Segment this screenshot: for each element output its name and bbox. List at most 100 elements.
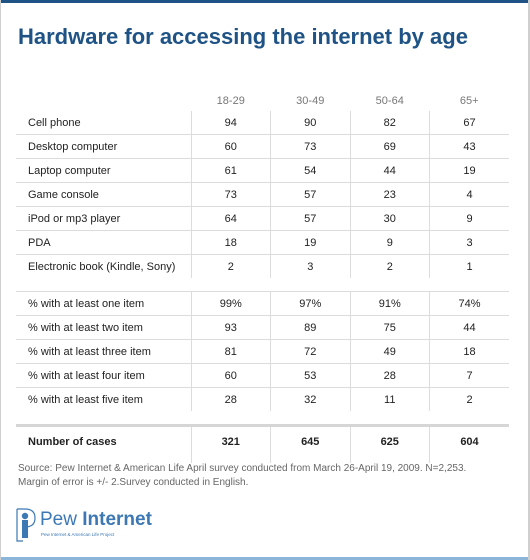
value-cell: 49 bbox=[349, 339, 430, 364]
chart-title: Hardware for accessing the internet by a… bbox=[18, 24, 468, 49]
value-cell: 43 bbox=[429, 134, 509, 159]
value-cell: 57 bbox=[270, 206, 350, 231]
spacer-cell bbox=[350, 411, 430, 426]
value-cell: 99% bbox=[190, 291, 271, 316]
value-cell: 3 bbox=[270, 254, 350, 278]
source-line-2: Margin of error is +/- 2.Survey conducte… bbox=[18, 477, 249, 488]
data-table: 18-29 30-49 50-64 65+ Cell phone 94 90 82 67… bbox=[16, 95, 509, 463]
source-note: Source: Pew Internet & American Life Apr… bbox=[18, 462, 508, 490]
value-cell: 44 bbox=[349, 158, 430, 183]
value-cell: 67 bbox=[429, 111, 509, 135]
spacer-cell bbox=[16, 411, 191, 426]
table-row: % with at least one item 99% 97% 91% 74% bbox=[16, 291, 509, 316]
value-cell: 97% bbox=[270, 291, 350, 316]
value-cell: 23 bbox=[349, 182, 430, 207]
value-cell: 9 bbox=[349, 230, 430, 255]
row-label: PDA bbox=[16, 230, 191, 255]
spacer-cell bbox=[430, 411, 510, 426]
value-cell: 44 bbox=[429, 315, 509, 340]
row-label: % with at least one item bbox=[16, 291, 191, 316]
value-cell: 28 bbox=[349, 363, 430, 388]
value-cell: 9 bbox=[429, 206, 509, 231]
value-cell: 32 bbox=[270, 387, 350, 411]
value-cell: 72 bbox=[270, 339, 350, 364]
value-cell: 2 bbox=[349, 254, 430, 278]
value-cell: 75 bbox=[349, 315, 430, 340]
logo-word-pew: Pew bbox=[40, 509, 77, 530]
value-cell: 60 bbox=[190, 134, 271, 159]
row-label: % with at least three item bbox=[16, 339, 191, 364]
value-cell: 64 bbox=[190, 206, 271, 231]
row-label: Cell phone bbox=[16, 111, 191, 135]
table-row: Desktop computer 60 73 69 43 bbox=[16, 134, 509, 159]
value-cell: 73 bbox=[270, 134, 350, 159]
row-label: Laptop computer bbox=[16, 158, 191, 183]
value-cell: 11 bbox=[349, 387, 430, 411]
value-cell: 73 bbox=[190, 182, 271, 207]
value-cell: 93 bbox=[190, 315, 271, 340]
row-label: Electronic book (Kindle, Sony) bbox=[28, 260, 176, 273]
value-cell: 60 bbox=[190, 363, 271, 388]
total-spacer bbox=[16, 411, 509, 426]
source-line-1: Source: Pew Internet & American Life Apr… bbox=[18, 463, 467, 474]
logo-word-internet: Internet bbox=[82, 509, 152, 530]
logo-wordmark: Pew Internet bbox=[40, 509, 152, 531]
value-cell: 89 bbox=[270, 315, 350, 340]
value-cell: 18 bbox=[190, 230, 271, 255]
table-row: PDA 18 19 9 3 bbox=[16, 230, 509, 255]
value-cell: 3 bbox=[429, 230, 509, 255]
row-label: Number of cases bbox=[16, 424, 191, 457]
table-row: % with at least three item 81 72 49 18 bbox=[16, 339, 509, 364]
value-cell: 18 bbox=[429, 339, 509, 364]
value-cell: 57 bbox=[270, 182, 350, 207]
header-cell: 50-64 bbox=[375, 95, 404, 107]
value-cell: 625 bbox=[349, 424, 430, 457]
total-row: Number of cases 321 645 625 604 bbox=[16, 424, 509, 457]
spacer-cell bbox=[271, 411, 351, 426]
spacer-cell bbox=[430, 278, 510, 292]
value-cell: 19 bbox=[429, 158, 509, 183]
value-cell: 82 bbox=[349, 111, 430, 135]
table-row: % with at least four item 60 53 28 7 bbox=[16, 363, 509, 388]
value-cell: 61 bbox=[190, 158, 271, 183]
value-cell: 2 bbox=[190, 254, 271, 278]
value-cell: 81 bbox=[190, 339, 271, 364]
top-accent-bar bbox=[1, 0, 528, 3]
value-cell: 604 bbox=[429, 424, 509, 457]
header-cell-label bbox=[16, 95, 191, 111]
table-row: Electronic book (Kindle, Sony) 2 3 2 1 bbox=[16, 254, 509, 278]
table-row: % with at least five item 28 32 11 2 bbox=[16, 387, 509, 411]
value-cell: 91% bbox=[349, 291, 430, 316]
pew-internet-logo: Pew Internet Pew Internet & American Lif… bbox=[15, 507, 215, 545]
value-cell: 645 bbox=[270, 424, 350, 457]
spacer-cell bbox=[191, 278, 271, 292]
table-row: Laptop computer 61 54 44 19 bbox=[16, 158, 509, 183]
spacer-cell bbox=[16, 278, 191, 292]
value-cell: 321 bbox=[190, 424, 271, 457]
row-label: iPod or mp3 player bbox=[16, 206, 191, 231]
row-label: % with at least five item bbox=[28, 393, 143, 406]
header-cell: 30-49 bbox=[296, 95, 325, 107]
table-row: % with at least two item 93 89 75 44 bbox=[16, 315, 509, 340]
table-row: iPod or mp3 player 64 57 30 9 bbox=[16, 206, 509, 231]
header-cell: 65+ bbox=[459, 95, 479, 107]
table-row: Game console 73 57 23 4 bbox=[16, 182, 509, 207]
value-cell: 1 bbox=[429, 254, 509, 278]
value-cell: 94 bbox=[190, 111, 271, 135]
value-cell: 90 bbox=[270, 111, 350, 135]
header-row: 18-29 30-49 50-64 65+ bbox=[16, 95, 509, 111]
spacer-cell bbox=[191, 411, 271, 426]
pew-logo-icon bbox=[16, 508, 36, 542]
logo-subtitle: Pew Internet & American Life Project bbox=[41, 532, 115, 537]
value-cell: 54 bbox=[270, 158, 350, 183]
section-spacer bbox=[16, 278, 509, 292]
chart-frame: Hardware for accessing the internet by a… bbox=[0, 0, 530, 560]
header-cell: 18-29 bbox=[216, 95, 245, 107]
row-label: % with at least four item bbox=[16, 363, 191, 388]
row-label: Desktop computer bbox=[16, 134, 191, 159]
value-cell: 74% bbox=[429, 291, 509, 316]
data-table-container: 18-29 30-49 50-64 65+ Cell phone 94 90 82 67… bbox=[16, 95, 509, 463]
table-row: Cell phone 94 90 82 67 bbox=[16, 111, 509, 135]
value-cell: 69 bbox=[349, 134, 430, 159]
value-cell: 7 bbox=[429, 363, 509, 388]
